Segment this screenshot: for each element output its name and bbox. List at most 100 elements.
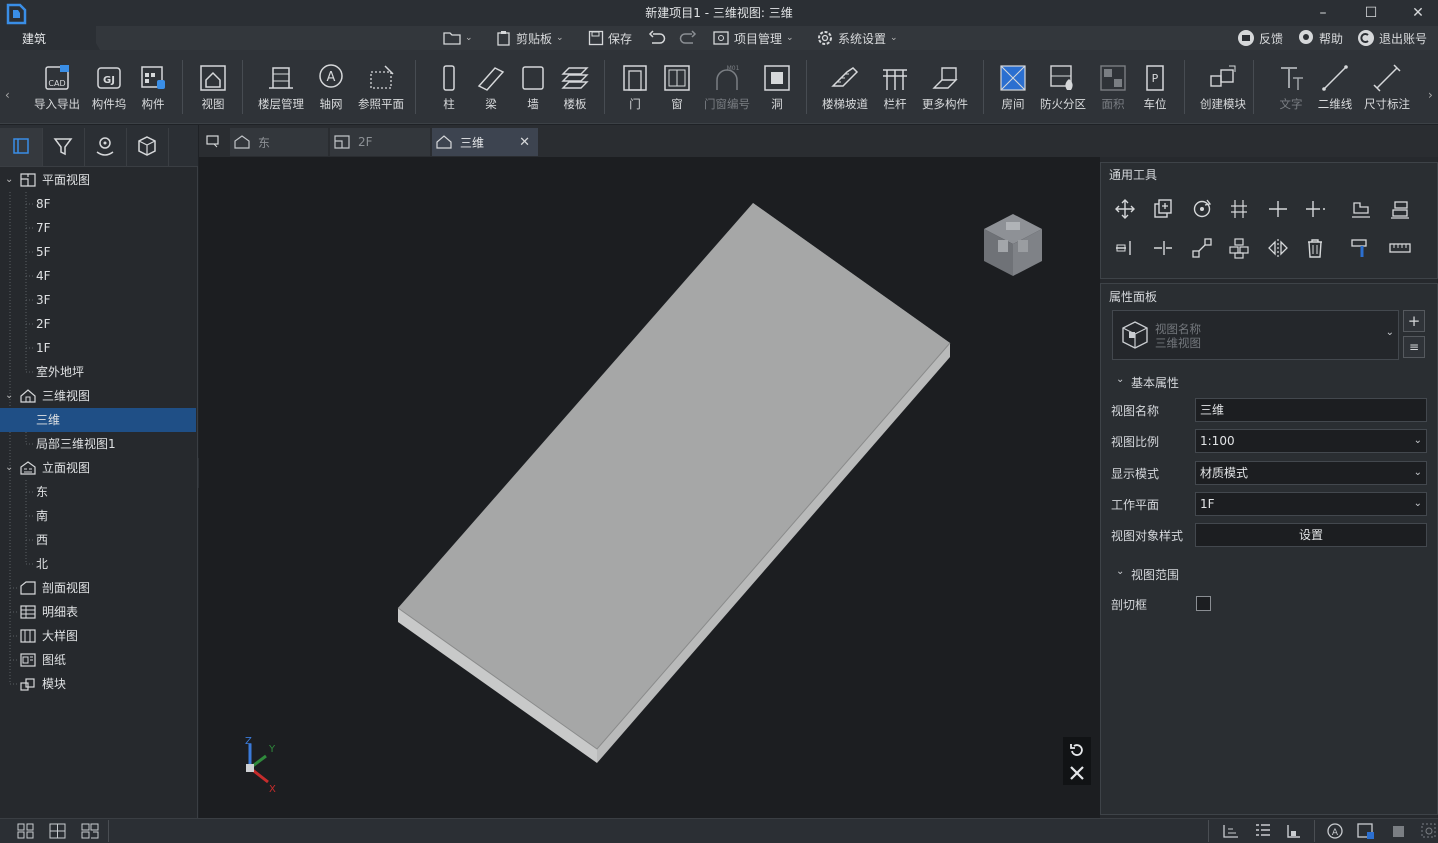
- view-name-input[interactable]: 三维: [1195, 398, 1427, 422]
- component-button[interactable]: 构件: [129, 62, 177, 112]
- layout-grid-icon[interactable]: [16, 822, 36, 840]
- beam-button[interactable]: 梁: [467, 62, 515, 112]
- doc-tab-3d[interactable]: 三维 ✕: [432, 128, 538, 156]
- tree-node-section-views[interactable]: 剖面视图: [0, 576, 196, 600]
- move-icon[interactable]: [1114, 198, 1136, 220]
- chevron-down-icon[interactable]: ⌄: [1116, 374, 1124, 385]
- stair-ramp-button[interactable]: 楼梯坡道: [821, 62, 869, 112]
- tree-node-detail[interactable]: 大样图: [0, 624, 196, 648]
- view-type-selector[interactable]: 视图名称 三维视图 ⌄: [1112, 310, 1399, 360]
- workplane-select[interactable]: 1F ⌄: [1195, 492, 1427, 516]
- layout-tile-icon[interactable]: [48, 822, 68, 840]
- fire-zone-button[interactable]: 防火分区: [1039, 62, 1087, 112]
- tree-item-floor[interactable]: 5F: [0, 240, 196, 264]
- 2d-line-button[interactable]: 二维线: [1311, 62, 1359, 112]
- close-icon[interactable]: ✕: [519, 135, 530, 150]
- isolate-icon[interactable]: [1389, 822, 1409, 840]
- redo-button[interactable]: [679, 28, 697, 48]
- door-window-no-button[interactable]: M01 门窗编号: [703, 62, 751, 112]
- display-mode-select[interactable]: 材质模式 ⌄: [1195, 461, 1427, 485]
- mirror-icon[interactable]: [1267, 237, 1289, 259]
- location-pin-icon[interactable]: [87, 128, 123, 164]
- align-icon[interactable]: [1350, 198, 1372, 220]
- offset-icon[interactable]: [1228, 198, 1250, 220]
- basic-props-section[interactable]: 基本属性: [1131, 374, 1179, 391]
- system-settings-button[interactable]: 系统设置 ⌄: [816, 28, 898, 48]
- tree-item-floor[interactable]: 7F: [0, 216, 196, 240]
- door-button[interactable]: 门: [611, 62, 659, 112]
- trim-icon[interactable]: [1267, 198, 1289, 220]
- wall-button[interactable]: 墙: [509, 62, 557, 112]
- chevron-down-icon[interactable]: ⌄: [1116, 566, 1124, 577]
- module-tab-architecture[interactable]: 建筑: [0, 26, 96, 50]
- column-button[interactable]: 柱: [425, 62, 473, 112]
- text-button[interactable]: 文字: [1267, 62, 1315, 112]
- view-button[interactable]: 视图: [189, 62, 237, 112]
- group-icon[interactable]: [1228, 237, 1250, 259]
- tree-item-floor[interactable]: 2F: [0, 312, 196, 336]
- tree-item-floor[interactable]: 室外地坪: [0, 360, 196, 384]
- doc-tab-east[interactable]: 东: [230, 128, 328, 156]
- doc-tab-2f[interactable]: 2F: [330, 128, 430, 156]
- add-type-button[interactable]: +: [1403, 310, 1425, 332]
- help-button[interactable]: 帮助: [1297, 28, 1343, 48]
- tree-item-floor[interactable]: 1F: [0, 336, 196, 360]
- tree-node-plan-views[interactable]: ⌄ 平面视图: [0, 168, 196, 192]
- logout-button[interactable]: 退出账号: [1357, 28, 1427, 48]
- tab-list-icon[interactable]: [205, 134, 221, 148]
- tree-item-3d[interactable]: 局部三维视图1: [0, 432, 196, 456]
- rotate-icon[interactable]: [1191, 198, 1213, 220]
- ref-plane-button[interactable]: 参照平面: [357, 62, 405, 112]
- ribbon-scroll-left-icon[interactable]: ‹: [5, 88, 10, 102]
- ortho-icon[interactable]: [1284, 822, 1304, 840]
- tree-item-elevation[interactable]: 北: [0, 552, 196, 576]
- 3d-slab-model[interactable]: [199, 157, 1100, 818]
- undo-button[interactable]: [648, 28, 666, 48]
- array-icon[interactable]: [1389, 198, 1411, 220]
- tree-item-elevation[interactable]: 南: [0, 504, 196, 528]
- component-dock-button[interactable]: GJ 构件坞: [85, 62, 133, 112]
- tree-item-elevation[interactable]: 东: [0, 480, 196, 504]
- split-icon[interactable]: [1114, 237, 1136, 259]
- railing-button[interactable]: 栏杆: [871, 62, 919, 112]
- slab-button[interactable]: 楼板: [551, 62, 599, 112]
- open-file-button[interactable]: ⌄: [443, 28, 473, 48]
- tree-node-elevation-views[interactable]: ⌄ 立面视图: [0, 456, 196, 480]
- snap-icon[interactable]: [1221, 822, 1241, 840]
- break-icon[interactable]: [1152, 237, 1174, 259]
- maximize-button[interactable]: ☐: [1356, 2, 1386, 24]
- measure-icon[interactable]: [1389, 237, 1411, 259]
- axis-snap-icon[interactable]: A: [1325, 822, 1345, 840]
- minimize-button[interactable]: –: [1308, 2, 1338, 24]
- tree-node-modules[interactable]: 模块: [0, 672, 196, 696]
- dimension-button[interactable]: 尺寸标注: [1363, 62, 1411, 112]
- layout-cascade-icon[interactable]: [80, 822, 100, 840]
- type-properties-button[interactable]: ≡: [1403, 336, 1425, 358]
- parking-button[interactable]: P 车位: [1131, 62, 1179, 112]
- delete-icon[interactable]: [1304, 237, 1326, 259]
- match-properties-icon[interactable]: [1350, 237, 1372, 259]
- close-window-button[interactable]: ✕: [1403, 2, 1433, 24]
- opening-button[interactable]: 洞: [753, 62, 801, 112]
- filter-icon[interactable]: [45, 128, 81, 164]
- tree-item-floor[interactable]: 3F: [0, 288, 196, 312]
- section-box-checkbox[interactable]: [1196, 596, 1211, 611]
- zoom-region-icon[interactable]: [1420, 822, 1438, 840]
- tree-item-floor[interactable]: 4F: [0, 264, 196, 288]
- view-cube[interactable]: [978, 210, 1048, 280]
- tree-item-elevation[interactable]: 西: [0, 528, 196, 552]
- list-view-icon[interactable]: [1253, 822, 1273, 840]
- area-button[interactable]: 面积: [1089, 62, 1137, 112]
- tree-item-floor[interactable]: 8F: [0, 192, 196, 216]
- select-mode-icon[interactable]: [1356, 822, 1376, 840]
- feedback-button[interactable]: 反馈: [1237, 28, 1283, 48]
- view-range-section[interactable]: 视图范围: [1131, 566, 1179, 583]
- clipboard-button[interactable]: 剪贴板 ⌄: [496, 28, 564, 48]
- tree-node-schedule[interactable]: 明细表: [0, 600, 196, 624]
- object-style-settings-button[interactable]: 设置: [1195, 523, 1427, 547]
- copy-icon[interactable]: [1152, 198, 1174, 220]
- reset-view-icon[interactable]: [1068, 742, 1086, 760]
- close-view-icon[interactable]: [1068, 764, 1086, 782]
- extend-icon[interactable]: [1304, 198, 1326, 220]
- window-button[interactable]: 窗: [653, 62, 701, 112]
